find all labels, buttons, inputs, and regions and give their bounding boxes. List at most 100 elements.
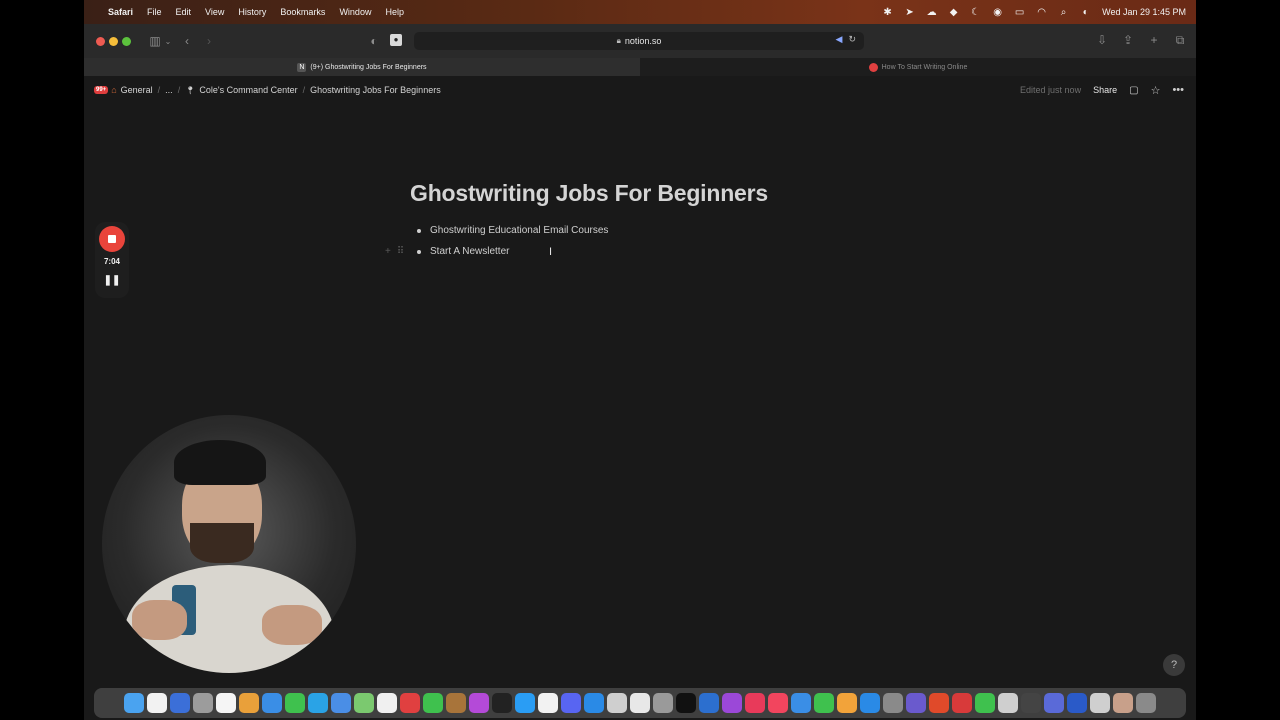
app-grey-icon[interactable] (607, 693, 627, 713)
pause-icon[interactable]: ❚❚ (95, 275, 129, 286)
tab-overview-icon[interactable]: ⧉ (1172, 33, 1188, 48)
avatar-icon[interactable] (1113, 693, 1133, 713)
facetime-icon[interactable] (423, 693, 443, 713)
breadcrumb-general[interactable]: General (121, 85, 153, 95)
launchpad-icon[interactable] (193, 693, 213, 713)
help-button[interactable]: ? (1163, 654, 1185, 676)
chevron-down-icon[interactable]: ⌄ (163, 37, 173, 46)
drag-handle-icon[interactable]: ⠿ (397, 246, 404, 257)
menu-history[interactable]: History (238, 7, 266, 17)
menu-bookmarks[interactable]: Bookmarks (280, 7, 325, 17)
page-title[interactable]: Ghostwriting Jobs For Beginners (410, 180, 768, 207)
whatsapp-icon[interactable] (975, 693, 995, 713)
block-handle[interactable]: + ⠿ (385, 246, 404, 257)
list-item[interactable]: Ghostwriting Educational Email Courses (417, 225, 608, 236)
play-circle-icon[interactable]: ◉ (992, 7, 1003, 18)
xcode-icon[interactable] (699, 693, 719, 713)
telegram-icon[interactable] (308, 693, 328, 713)
news-icon[interactable] (745, 693, 765, 713)
gear-icon[interactable]: ✱ (882, 7, 893, 18)
app-red2-icon[interactable] (952, 693, 972, 713)
pages-icon[interactable] (837, 693, 857, 713)
app-store-icon[interactable] (584, 693, 604, 713)
share-button[interactable]: Share (1093, 85, 1117, 95)
more-icon[interactable]: ••• (1172, 84, 1184, 96)
app-window-icon[interactable] (1090, 693, 1110, 713)
numbers-icon[interactable] (814, 693, 834, 713)
no-entry-icon[interactable] (630, 693, 650, 713)
notes-icon[interactable] (147, 693, 167, 713)
mail-icon[interactable] (331, 693, 351, 713)
minimize-window-button[interactable] (109, 36, 118, 46)
back-icon[interactable]: ‹ (179, 34, 195, 48)
app-light-icon[interactable] (998, 693, 1018, 713)
menu-clock[interactable]: Wed Jan 29 1:45 PM (1102, 7, 1186, 17)
circle-app-icon[interactable] (492, 693, 512, 713)
app-orange-icon[interactable] (929, 693, 949, 713)
address-bar[interactable]: 🔒︎ notion.so ◀︎ ↻ (414, 32, 864, 50)
add-block-icon[interactable]: + (385, 246, 391, 257)
forward-icon[interactable]: › (201, 34, 217, 48)
maps-icon[interactable] (354, 693, 374, 713)
stop-recording-button[interactable] (99, 226, 125, 252)
breadcrumb-command-center[interactable]: Cole's Command Center (199, 85, 297, 95)
app-store2-icon[interactable] (860, 693, 880, 713)
audio-icon[interactable]: ◀︎ (836, 34, 843, 45)
list-item[interactable]: Start A Newsletter (417, 246, 509, 257)
app-indigo-icon[interactable] (1044, 693, 1064, 713)
zoom-window-button[interactable] (122, 36, 131, 46)
app-silver-icon[interactable] (653, 693, 673, 713)
send-icon[interactable]: ➤ (904, 7, 915, 18)
menu-app-safari[interactable]: Safari (108, 7, 133, 17)
menu-window[interactable]: Window (339, 7, 371, 17)
app-navy-icon[interactable] (1067, 693, 1087, 713)
download-icon[interactable]: ⇩ (1094, 33, 1110, 48)
settings-icon[interactable] (883, 693, 903, 713)
cloud-icon[interactable]: ☁ (926, 7, 937, 18)
apple-tv-icon[interactable] (676, 693, 696, 713)
app-blue2-icon[interactable] (791, 693, 811, 713)
notification-badge[interactable]: 99+ (94, 86, 109, 94)
menu-help[interactable]: Help (385, 7, 404, 17)
breadcrumb-current-page[interactable]: Ghostwriting Jobs For Beginners (310, 85, 441, 95)
app-red-icon[interactable] (400, 693, 420, 713)
music-icon[interactable] (768, 693, 788, 713)
new-tab-icon[interactable]: + (1146, 33, 1162, 48)
control-center-icon[interactable]: ◐ (1080, 7, 1091, 18)
sidebar-icon[interactable]: ▥ (147, 34, 163, 48)
menu-view[interactable]: View (205, 7, 224, 17)
breadcrumb-ellipsis[interactable]: ... (165, 85, 173, 95)
search-icon[interactable]: ⌕ (1058, 7, 1069, 18)
share-icon[interactable]: ⇪ (1120, 33, 1136, 48)
tab-writing-online[interactable]: How To Start Writing Online (640, 58, 1196, 76)
tasks-icon[interactable] (170, 693, 190, 713)
trash-icon[interactable] (1136, 693, 1156, 713)
safari-icon[interactable] (262, 693, 282, 713)
diamond-icon[interactable]: ◆ (948, 7, 959, 18)
star-icon[interactable]: ☆ (1151, 84, 1161, 97)
podcasts-icon[interactable] (722, 693, 742, 713)
slack-icon[interactable] (538, 693, 558, 713)
discord-icon[interactable] (561, 693, 581, 713)
notes-brown-icon[interactable] (446, 693, 466, 713)
battery-icon[interactable]: ▭ (1014, 7, 1025, 18)
photos-icon[interactable] (377, 693, 397, 713)
tab-ghostwriting[interactable]: N (9+) Ghostwriting Jobs For Beginners (84, 58, 640, 76)
app-dark-icon[interactable] (1021, 693, 1041, 713)
reload-icon[interactable]: ↻ (848, 34, 856, 45)
shield-icon[interactable]: ◐ (366, 34, 382, 48)
menu-file[interactable]: File (147, 7, 162, 17)
finder-icon[interactable] (124, 693, 144, 713)
close-window-button[interactable] (96, 36, 105, 46)
menu-edit[interactable]: Edit (176, 7, 192, 17)
comment-icon[interactable]: ▢ (1129, 85, 1138, 96)
moon-icon[interactable]: ☾ (970, 7, 981, 18)
calendar-icon[interactable] (216, 693, 236, 713)
figma-icon[interactable] (469, 693, 489, 713)
messages-icon[interactable] (285, 693, 305, 713)
webcam-bubble[interactable] (102, 415, 356, 673)
app-purple-icon[interactable] (906, 693, 926, 713)
wifi-icon[interactable]: ◠ (1036, 7, 1047, 18)
extension-icon[interactable]: ● (390, 34, 402, 46)
chrome-icon[interactable] (239, 693, 259, 713)
